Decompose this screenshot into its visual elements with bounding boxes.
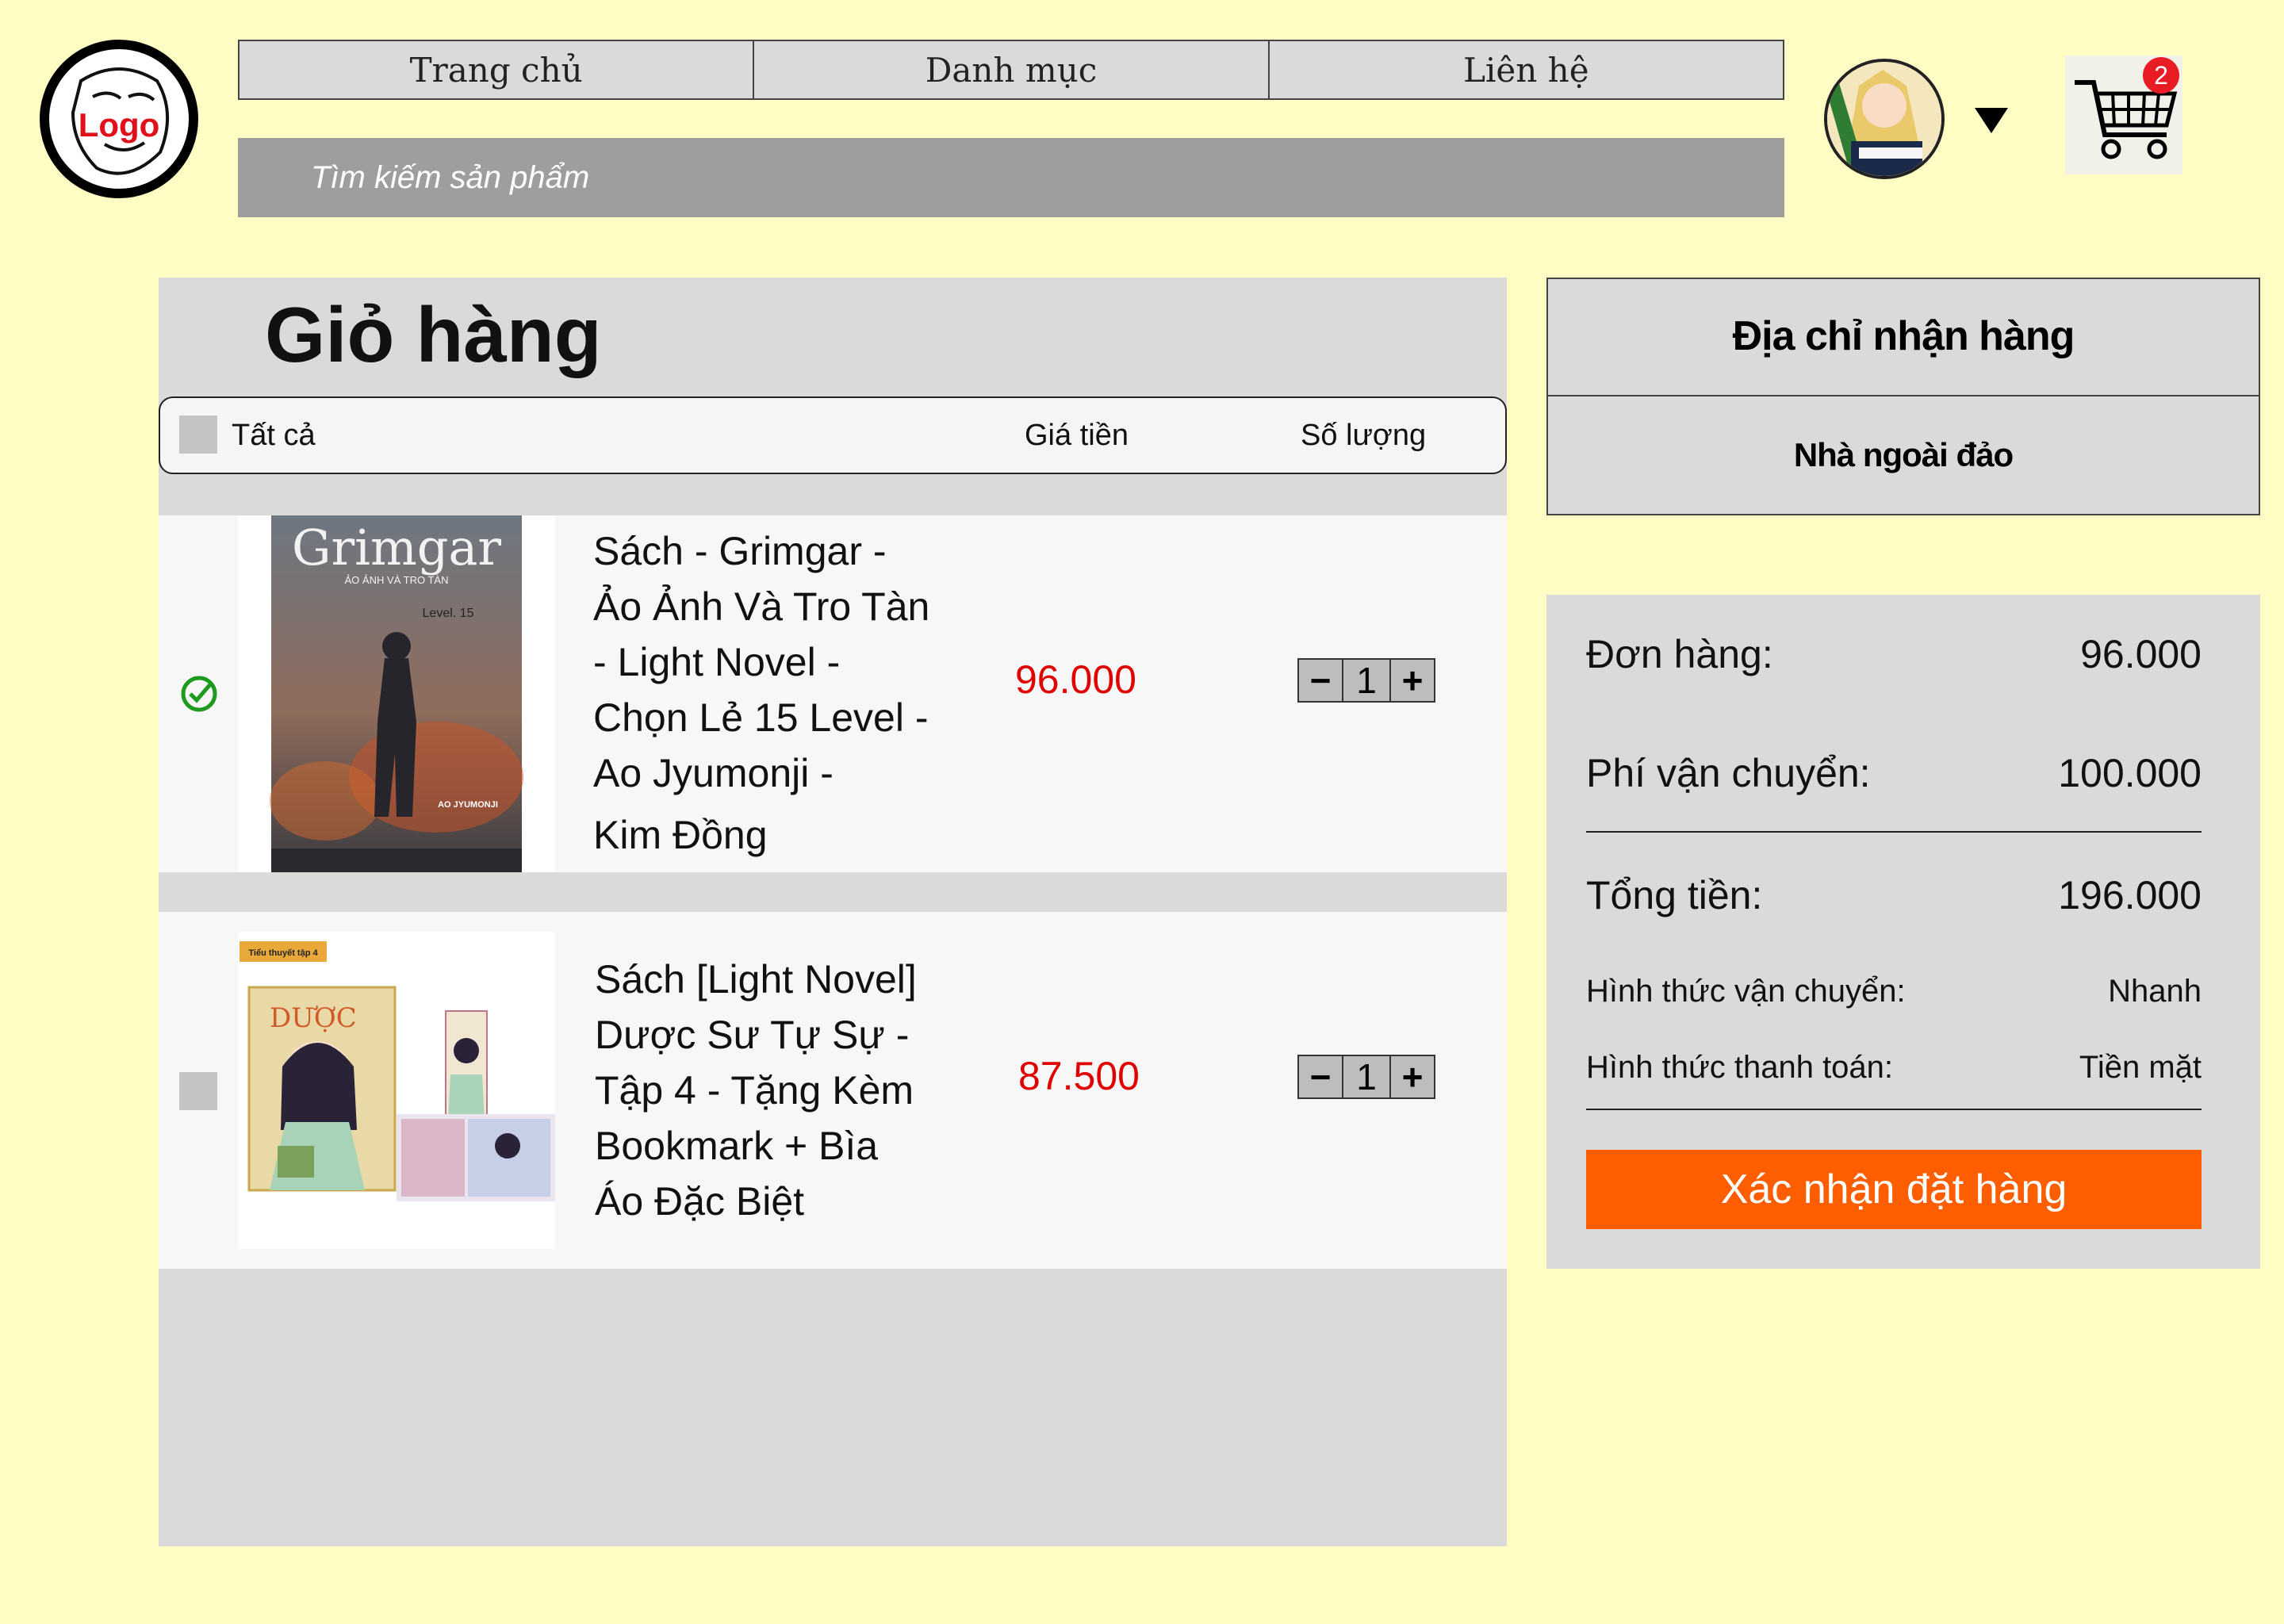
quantity-stepper: − 1 + <box>1297 658 1435 703</box>
shipping-fee-value: 100.000 <box>2058 751 2202 795</box>
nav-item-categories[interactable]: Danh mục <box>754 41 1270 98</box>
order-subtotal-label: Đơn hàng: <box>1586 632 1773 676</box>
svg-text:DƯỢC: DƯỢC <box>270 1002 357 1034</box>
avatar[interactable] <box>1824 59 1945 179</box>
summary-divider <box>1586 1109 2202 1110</box>
product-image[interactable]: Grimgar ẢO ẢNH VÀ TRO TÀN Level. 15 AO J… <box>238 515 555 872</box>
chevron-down-icon[interactable] <box>1975 108 2008 133</box>
product-name[interactable]: Sách - Grimgar - Ảo Ảnh Và Tro Tàn - Lig… <box>593 523 974 863</box>
search-input[interactable] <box>238 138 1784 217</box>
shipping-method-label: Hình thức vận chuyển: <box>1586 974 1906 1009</box>
shipping-fee-label: Phí vận chuyển: <box>1586 751 1871 795</box>
price-column-header: Giá tiền <box>1025 419 1129 452</box>
quantity-value[interactable]: 1 <box>1343 1055 1389 1099</box>
quantity-column-header: Số lượng <box>1301 419 1427 452</box>
total-label: Tổng tiền: <box>1586 873 1763 917</box>
increase-quantity-button[interactable]: + <box>1389 658 1435 703</box>
address-divider <box>1546 395 2260 396</box>
payment-method-label: Hình thức thanh toán: <box>1586 1050 1894 1085</box>
svg-text:AO JYUMONJI: AO JYUMONJI <box>438 800 498 810</box>
svg-text:ẢO ẢNH VÀ TRO TÀN: ẢO ẢNH VÀ TRO TÀN <box>345 574 449 586</box>
search-bar <box>238 138 1784 217</box>
total-value: 196.000 <box>2058 873 2202 917</box>
duoc-su-cover: Tiểu thuyết tập 4 DƯỢC <box>238 932 555 1249</box>
item-checkbox[interactable] <box>179 1072 217 1110</box>
svg-text:Tiểu thuyết tập 4: Tiểu thuyết tập 4 <box>248 948 318 958</box>
address-value[interactable]: Nhà ngoài đảo <box>1546 436 2260 474</box>
address-title: Địa chỉ nhận hàng <box>1732 313 2075 359</box>
nav-item-home[interactable]: Trang chủ <box>240 41 755 98</box>
main-nav: Trang chủ Danh mục Liên hệ <box>238 40 1784 100</box>
product-price: 96.000 <box>1015 657 1136 702</box>
increase-quantity-button[interactable]: + <box>1389 1055 1435 1099</box>
quantity-stepper: − 1 + <box>1297 1055 1435 1099</box>
product-name[interactable]: Sách [Light Novel] Dược Sư Tự Sự - Tập 4… <box>595 952 975 1229</box>
payment-method-value[interactable]: Tiền mặt <box>2079 1050 2202 1086</box>
svg-text:Level. 15: Level. 15 <box>423 607 474 620</box>
confirm-order-button[interactable]: Xác nhận đặt hàng <box>1586 1150 2202 1229</box>
quantity-value[interactable]: 1 <box>1343 658 1389 703</box>
page-title: Giỏ hàng <box>265 291 602 378</box>
logo-text: Logo <box>78 106 160 144</box>
checked-icon[interactable] <box>179 674 219 714</box>
avatar-image <box>1827 62 1941 176</box>
grimgar-cover: Grimgar ẢO ẢNH VÀ TRO TÀN Level. 15 AO J… <box>238 515 555 872</box>
shipping-method-value[interactable]: Nhanh <box>2108 974 2202 1009</box>
decrease-quantity-button[interactable]: − <box>1297 658 1343 703</box>
nav-item-contact[interactable]: Liên hệ <box>1269 41 1783 98</box>
decrease-quantity-button[interactable]: − <box>1297 1055 1343 1099</box>
logo[interactable]: Logo <box>40 40 198 198</box>
summary-divider <box>1586 831 2202 833</box>
order-subtotal-value: 96.000 <box>2080 632 2202 676</box>
product-price: 87.500 <box>1018 1054 1140 1098</box>
cart-count-badge: 2 <box>2143 57 2179 94</box>
select-all-checkbox[interactable] <box>179 416 217 454</box>
svg-text:Grimgar: Grimgar <box>292 519 501 576</box>
product-image[interactable]: Tiểu thuyết tập 4 DƯỢC <box>238 932 555 1249</box>
select-all-label: Tất cả <box>232 419 316 452</box>
